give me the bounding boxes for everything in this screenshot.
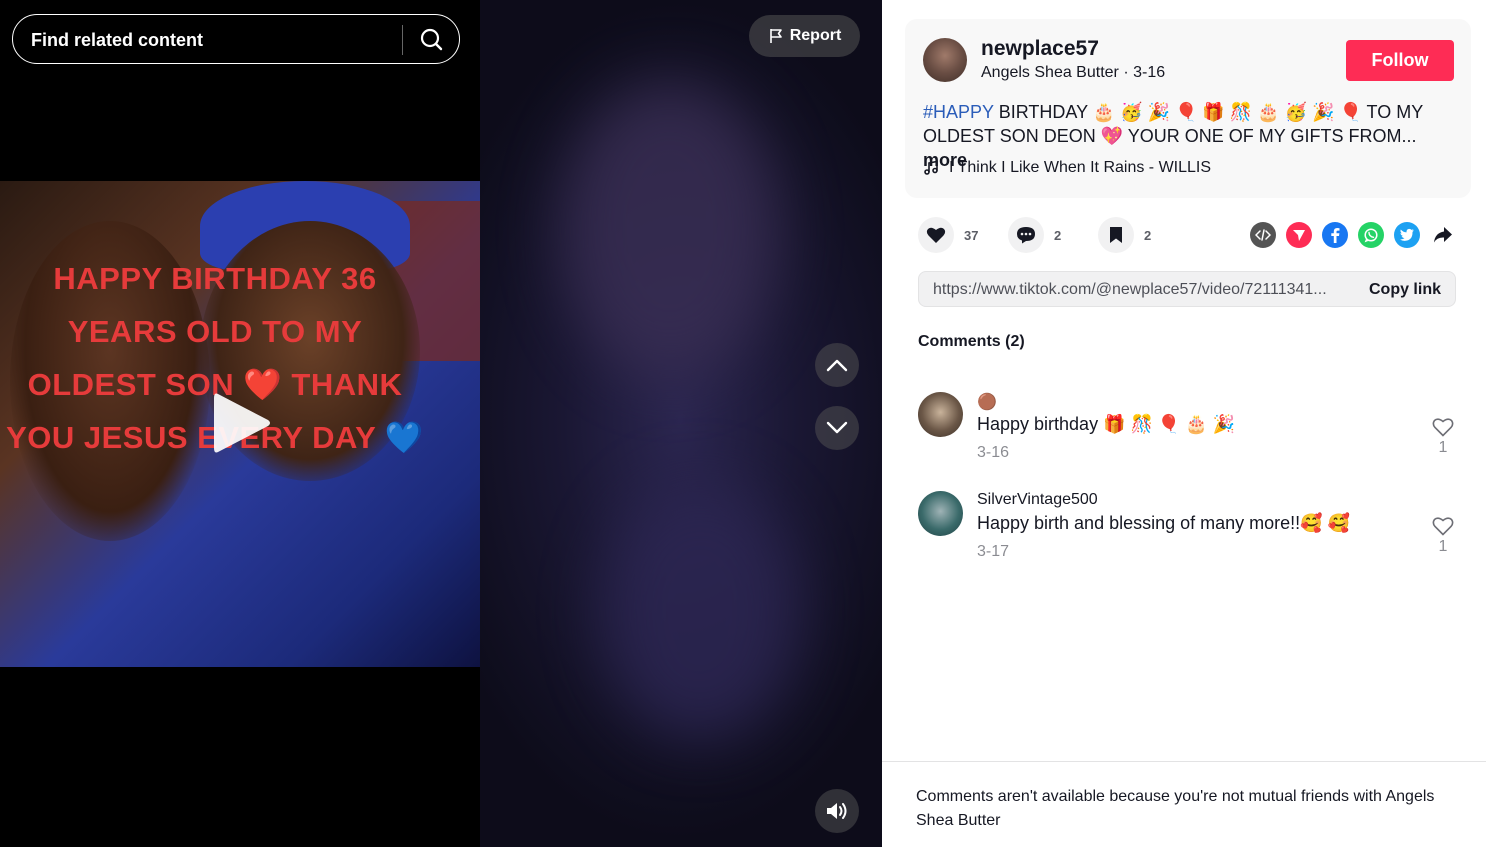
search-divider [402, 25, 403, 55]
comment-date: 3-16 [977, 444, 1010, 461]
whatsapp-icon [1364, 228, 1378, 243]
author-display-name[interactable]: Angels Shea Butter [981, 64, 1119, 81]
comment-item: 🟤 Happy birthday 🎁 🎊 🎈 🎂 🎉 3-16 1 [918, 392, 1458, 472]
comment-text: Happy birth and blessing of many more!!🥰… [977, 513, 1350, 533]
paper-plane-icon [1293, 230, 1305, 241]
embed-icon [1255, 229, 1271, 241]
video-player[interactable]: HAPPY BIRTHDAY 36 YEARS OLD TO MY OLDEST… [0, 0, 882, 847]
search-input[interactable] [29, 26, 403, 54]
comment-button[interactable] [1008, 217, 1044, 253]
commenter-avatar[interactable] [918, 491, 963, 536]
heart-outline-icon [1432, 517, 1454, 536]
music-link[interactable]: I Think I Like When It Rains - WILLIS [923, 159, 1211, 177]
play-icon[interactable] [212, 390, 272, 456]
author-subline: Angels Shea Butter · 3-16 [981, 64, 1165, 82]
author-avatar[interactable] [923, 38, 967, 82]
share-link-box: https://www.tiktok.com/@newplace57/video… [918, 271, 1456, 307]
action-bar: 37 2 2 [918, 216, 1188, 254]
background-blur [600, 480, 800, 740]
facebook-icon [1331, 228, 1340, 243]
follow-button[interactable]: Follow [1346, 40, 1454, 81]
search-bar [12, 14, 460, 64]
commenter-name[interactable]: SilverVintage500 [977, 491, 1098, 509]
background-blur [560, 80, 780, 380]
twitter-icon [1399, 228, 1414, 241]
comment-like-count: 1 [1438, 439, 1448, 456]
bookmark-icon [1110, 227, 1122, 243]
like-count: 37 [964, 227, 979, 243]
post-date: 3-16 [1133, 64, 1166, 81]
share-bar [1250, 222, 1456, 248]
music-note-icon [924, 160, 938, 175]
volume-icon [827, 803, 847, 819]
previous-video-button[interactable] [815, 343, 859, 387]
share-arrow-icon [1434, 227, 1452, 243]
author-username[interactable]: newplace57 [981, 37, 1099, 61]
flag-icon [769, 29, 782, 43]
save-count: 2 [1144, 227, 1152, 243]
comments-unavailable-note: Comments aren't available because you're… [916, 788, 1435, 829]
comment-count: 2 [1054, 227, 1062, 243]
comment-like-count: 1 [1438, 538, 1448, 555]
share-facebook-button[interactable] [1322, 222, 1348, 248]
commenter-avatar[interactable] [918, 392, 963, 437]
copy-link-button[interactable]: Copy link [1353, 272, 1457, 308]
hashtag-link[interactable]: #HAPPY [923, 102, 994, 122]
caption-text: BIRTHDAY 🎂 🥳 🎉 🎈 🎁 🎊 🎂 🥳 🎉 🎈 TO MY OLDES… [923, 102, 1423, 146]
more-share-button[interactable] [1430, 222, 1456, 248]
comment-item: SilverVintage500 Happy birth and blessin… [918, 491, 1458, 571]
like-button[interactable] [918, 217, 954, 253]
footer-divider [882, 761, 1486, 762]
embed-button[interactable] [1250, 222, 1276, 248]
comment-action: 2 [1008, 217, 1078, 253]
share-whatsapp-button[interactable] [1358, 222, 1384, 248]
comments-title: Comments (2) [918, 333, 1025, 350]
details-panel: newplace57 Angels Shea Butter · 3-16 Fol… [882, 0, 1486, 847]
volume-button[interactable] [815, 789, 859, 833]
comment-like-button[interactable]: 1 [1432, 417, 1454, 457]
commenter-name[interactable]: 🟤 [977, 392, 997, 412]
like-action: 37 [918, 217, 988, 253]
report-button[interactable]: Report [749, 15, 860, 57]
comment-text: Happy birthday 🎁 🎊 🎈 🎂 🎉 [977, 414, 1236, 434]
music-title: I Think I Like When It Rains - WILLIS [949, 159, 1212, 176]
send-to-friends-button[interactable] [1286, 222, 1312, 248]
heart-outline-icon [1432, 418, 1454, 437]
subline-separator: · [1123, 64, 1134, 81]
comment-icon [1017, 227, 1035, 244]
chevron-down-icon [826, 421, 848, 434]
chevron-up-icon [826, 359, 848, 372]
next-video-button[interactable] [815, 406, 859, 450]
report-label: Report [789, 27, 842, 44]
search-icon [420, 28, 443, 51]
heart-icon [926, 227, 946, 243]
search-button[interactable] [413, 21, 451, 59]
description-card: newplace57 Angels Shea Butter · 3-16 Fol… [905, 19, 1471, 198]
comment-like-button[interactable]: 1 [1432, 516, 1454, 556]
video-link[interactable]: https://www.tiktok.com/@newplace57/video… [933, 281, 1343, 299]
save-action: 2 [1098, 217, 1168, 253]
share-twitter-button[interactable] [1394, 222, 1420, 248]
comment-date: 3-17 [977, 543, 1010, 560]
save-button[interactable] [1098, 217, 1134, 253]
